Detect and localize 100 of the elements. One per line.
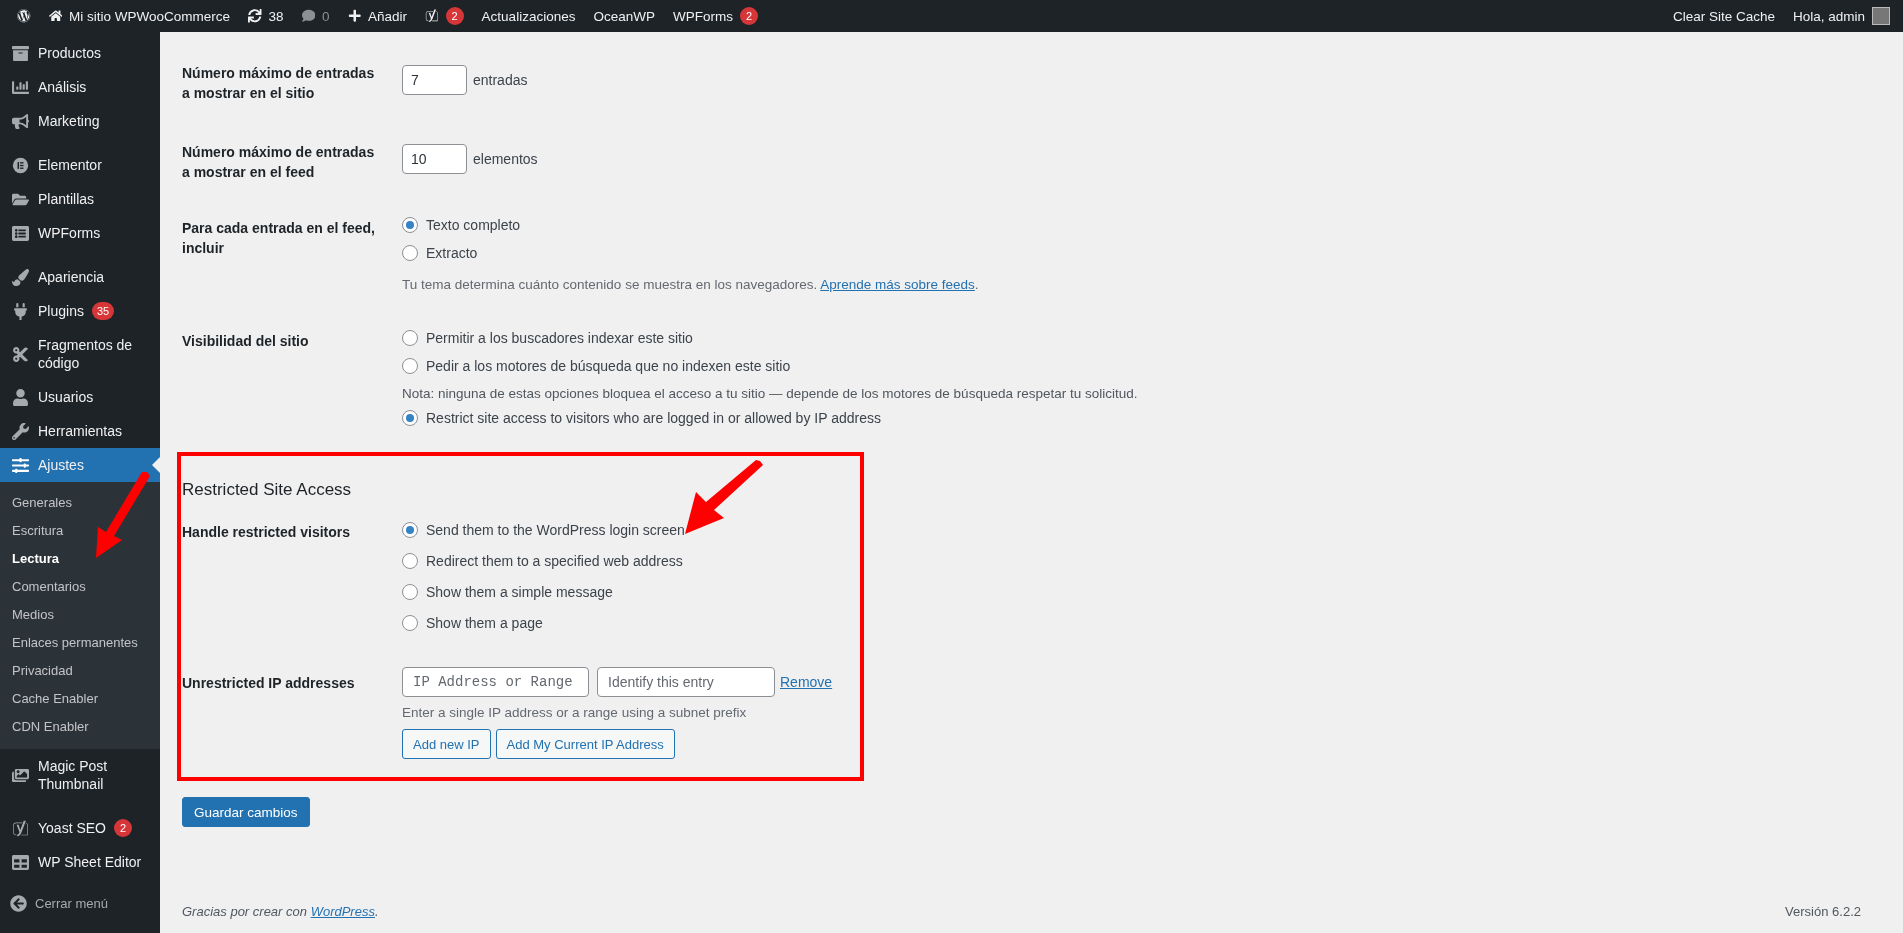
sidebar-item[interactable]: Plugins 35 (0, 294, 160, 328)
toolbar-item[interactable]: Actualizaciones (472, 0, 585, 32)
table-icon (11, 853, 29, 871)
radio-option[interactable]: Extracto (402, 243, 478, 263)
radio-button[interactable] (402, 553, 418, 569)
save-button[interactable]: Guardar cambios (182, 797, 310, 827)
setting-label: Número máximo de entradas a mostrar en el sitio (182, 64, 376, 103)
footer-text: Gracias por crear con WordPress. (182, 904, 379, 919)
setting-label: Unrestricted IP addresses (182, 674, 356, 693)
submenu-item[interactable]: Privacidad (0, 657, 160, 685)
radio-option[interactable]: Permitir a los buscadores indexar este sitio (402, 328, 693, 348)
radio-option[interactable]: Redirect them to a specified web address (402, 551, 683, 571)
toolbar-item[interactable]: 2 (416, 0, 473, 32)
setting-label: Para cada entrada en el feed, incluir (182, 219, 376, 258)
remove-link[interactable]: Remove (780, 674, 833, 690)
e-circle-icon (11, 156, 29, 174)
setting-label: Número máximo de entradas a mostrar en el feed (182, 143, 376, 182)
images-icon (11, 766, 29, 784)
bar-chart-icon (11, 78, 29, 96)
sidebar-item[interactable]: Fragmentos de código (0, 328, 160, 380)
hint-text: Enter a single IP address or a range using a subnet prefix (402, 704, 747, 722)
setting-label: Handle restricted visitors (182, 523, 352, 542)
sidebar-item[interactable]: WP Sheet Editor (0, 845, 160, 879)
wrench-icon (11, 422, 29, 440)
user-icon (11, 388, 29, 406)
count-badge: 2 (114, 819, 132, 837)
sidebar-item[interactable]: Productos (0, 36, 160, 70)
submenu-item[interactable]: Cache Enabler (0, 685, 160, 713)
refresh-icon (248, 9, 262, 23)
sidebar-item[interactable]: Herramientas (0, 414, 160, 448)
y-logo-icon (425, 9, 439, 23)
toolbar-item[interactable]: Mi sitio WPWooCommerce (39, 0, 240, 32)
submenu-item[interactable]: CDN Enabler (0, 713, 160, 741)
count-badge: 2 (445, 7, 464, 25)
sidebar-item[interactable]: Magic Post Thumbnail (0, 749, 160, 801)
sidebar-item[interactable]: Apariencia (0, 260, 160, 294)
unit-label: elementos (473, 151, 538, 167)
toolbar-item[interactable]: WPForms 2 (663, 0, 767, 32)
description-text: Tu tema determina cuánto contenido se muestra en los navegadores. Aprende más sobre feeds. (402, 276, 979, 294)
add-ip-button[interactable]: Add new IP (402, 729, 491, 759)
w-circle-logo (17, 9, 31, 23)
add-ip-button[interactable]: Add My Current IP Address (495, 729, 675, 759)
radio-option[interactable]: Show them a page (402, 613, 543, 633)
radio-button[interactable] (402, 217, 418, 233)
sidebar-item[interactable]: Plantillas (0, 182, 160, 216)
submenu-item[interactable]: Medios (0, 601, 160, 629)
y-logo-icon (11, 819, 29, 837)
radio-button[interactable] (402, 245, 418, 261)
unit-label: entradas (473, 72, 528, 88)
collapse-menu-button[interactable]: Cerrar menú (0, 889, 160, 918)
radio-button[interactable] (402, 330, 418, 346)
toolbar-item[interactable]: OceanWP (584, 0, 664, 32)
circle-arrow-left-icon (10, 895, 27, 912)
toolbar-item[interactable]: Añadir (338, 0, 417, 32)
radio-option[interactable]: Send them to the WordPress login screen (402, 520, 685, 540)
entry-name-field[interactable]: Identify this entry (597, 667, 775, 697)
megaphone-icon (11, 112, 29, 130)
sidebar-item[interactable]: Usuarios (0, 380, 160, 414)
sidebar-item[interactable]: Marketing (0, 104, 160, 138)
settings-icon (11, 456, 29, 474)
toolbar-item[interactable]: 38 (239, 0, 293, 32)
footer-link[interactable]: WordPress (310, 904, 375, 919)
toolbar-item[interactable]: 0 (292, 0, 339, 32)
radio-button[interactable] (402, 615, 418, 631)
radio-option[interactable]: Texto completo (402, 215, 521, 235)
brush-icon (11, 268, 29, 286)
submenu-item[interactable]: Escritura (0, 517, 160, 545)
plug-icon (11, 302, 29, 320)
sidebar-item[interactable]: Ajustes (0, 448, 160, 482)
radio-button[interactable] (402, 584, 418, 600)
version-text: Versión 6.2.2 (1785, 904, 1861, 919)
comment-icon (301, 9, 316, 23)
count-badge: 35 (91, 302, 115, 320)
submenu-item[interactable]: Lectura (0, 545, 160, 573)
radio-option[interactable]: Restrict site access to visitors who are logged in or allowed by IP address (402, 408, 881, 428)
number-field[interactable]: 7 (402, 65, 467, 95)
submenu-item[interactable]: Enlaces permanentes (0, 629, 160, 657)
home-icon (48, 9, 62, 23)
sidebar-item[interactable]: Análisis (0, 70, 160, 104)
form-list-icon (11, 224, 29, 242)
note-text: Nota: ninguna de estas opciones bloquea el acceso a tu sitio — depende de los motores de búsqueda respetar tu solicitud. (402, 385, 1138, 403)
section-title: Restricted Site Access (182, 479, 353, 501)
radio-button[interactable] (402, 522, 418, 538)
ip-address-field[interactable]: IP Address or Range (402, 667, 589, 697)
account-menu[interactable]: Hola, admin (1783, 0, 1899, 32)
count-badge: 2 (739, 7, 758, 25)
radio-button[interactable] (402, 358, 418, 374)
submenu-item[interactable]: Comentarios (0, 573, 160, 601)
radio-button[interactable] (402, 410, 418, 426)
sidebar-item[interactable]: WPForms (0, 216, 160, 250)
feeds-link[interactable]: Aprende más sobre feeds (820, 277, 975, 292)
scissors-icon (11, 345, 29, 363)
sidebar-item[interactable]: Elementor (0, 148, 160, 182)
sidebar-item[interactable]: Yoast SEO 2 (0, 811, 160, 845)
radio-option[interactable]: Show them a simple message (402, 582, 613, 602)
plus-icon (347, 9, 362, 23)
radio-option[interactable]: Pedir a los motores de búsqueda que no indexen este sitio (402, 356, 791, 376)
submenu-item[interactable]: Generales (0, 489, 160, 517)
number-field[interactable]: 10 (402, 144, 467, 174)
toolbar-item[interactable]: Clear Site Cache (1663, 0, 1784, 32)
